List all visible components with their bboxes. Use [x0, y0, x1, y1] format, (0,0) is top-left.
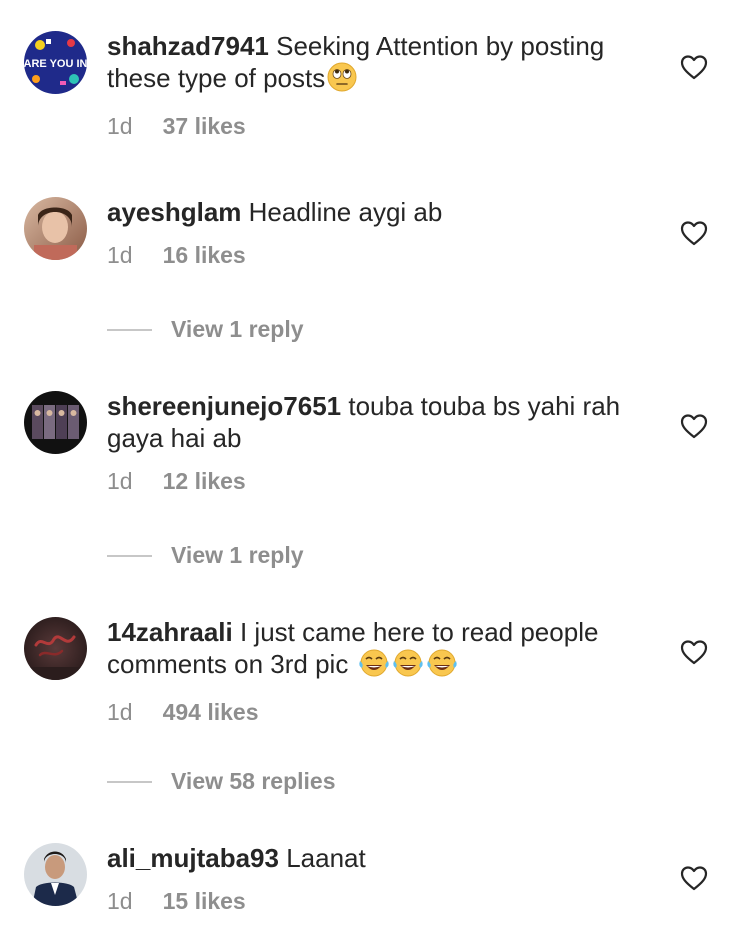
- avatar[interactable]: [24, 617, 87, 680]
- comment-text: ayeshglam Headline aygi ab: [107, 196, 652, 228]
- comment-likes[interactable]: 494 likes: [163, 699, 259, 726]
- replies-divider: [107, 780, 152, 783]
- comment-meta: 1d 15 likes: [107, 888, 652, 915]
- heart-outline-icon[interactable]: [680, 54, 708, 80]
- comment-text: 14zahraali I just came here to read peop…: [107, 616, 652, 685]
- view-replies-label: View 58 replies: [171, 768, 336, 794]
- heart-outline-icon[interactable]: [680, 865, 708, 891]
- view-replies-label: View 1 reply: [171, 542, 304, 568]
- face-with-tears-of-joy-emoji-icon: [392, 648, 424, 685]
- face-with-tears-of-joy-emoji-icon: [426, 648, 458, 685]
- comment-meta: 1d 37 likes: [107, 113, 652, 140]
- avatar[interactable]: [24, 197, 87, 260]
- comment-username[interactable]: shereenjunejo7651: [107, 391, 341, 421]
- comment-likes[interactable]: 15 likes: [163, 888, 246, 915]
- comment-username[interactable]: ayeshglam: [107, 197, 241, 227]
- rolling-eyes-emoji-icon: [327, 62, 357, 99]
- comment-username[interactable]: 14zahraali: [107, 617, 233, 647]
- avatar[interactable]: [24, 391, 87, 454]
- heart-outline-icon[interactable]: [680, 639, 708, 665]
- comment-body: Laanat: [286, 843, 366, 873]
- comment-time: 1d: [107, 242, 133, 268]
- avatar[interactable]: ARE YOU IN: [24, 31, 87, 94]
- comment-text: shereenjunejo7651 touba touba bs yahi ra…: [107, 390, 652, 454]
- replies-divider: [107, 328, 152, 331]
- comment-time: 1d: [107, 468, 133, 494]
- comment-time: 1d: [107, 113, 133, 139]
- comment-meta: 1d 16 likes: [107, 242, 652, 269]
- avatar[interactable]: [24, 843, 87, 906]
- view-replies-button[interactable]: View 1 reply: [107, 316, 304, 343]
- comment-body: Headline aygi ab: [248, 197, 443, 227]
- replies-divider: [107, 554, 152, 557]
- heart-outline-icon[interactable]: [680, 220, 708, 246]
- svg-text:ARE YOU IN: ARE YOU IN: [24, 58, 87, 70]
- comment-meta: 1d 12 likes: [107, 468, 652, 495]
- view-replies-label: View 1 reply: [171, 316, 304, 342]
- view-replies-button[interactable]: View 1 reply: [107, 542, 304, 569]
- comment-likes[interactable]: 12 likes: [163, 468, 246, 495]
- face-with-tears-of-joy-emoji-icon: [358, 648, 390, 685]
- comment-likes[interactable]: 37 likes: [163, 113, 246, 140]
- comment-username[interactable]: shahzad7941: [107, 31, 269, 61]
- comment-time: 1d: [107, 699, 133, 725]
- comment-username[interactable]: ali_mujtaba93: [107, 843, 279, 873]
- comment-text: ali_mujtaba93 Laanat: [107, 842, 652, 874]
- comment-text: shahzad7941 Seeking Attention by posting…: [107, 30, 652, 99]
- comment-time: 1d: [107, 888, 133, 914]
- heart-outline-icon[interactable]: [680, 413, 708, 439]
- view-replies-button[interactable]: View 58 replies: [107, 768, 336, 795]
- comment-meta: 1d 494 likes: [107, 699, 652, 726]
- comment-likes[interactable]: 16 likes: [163, 242, 246, 269]
